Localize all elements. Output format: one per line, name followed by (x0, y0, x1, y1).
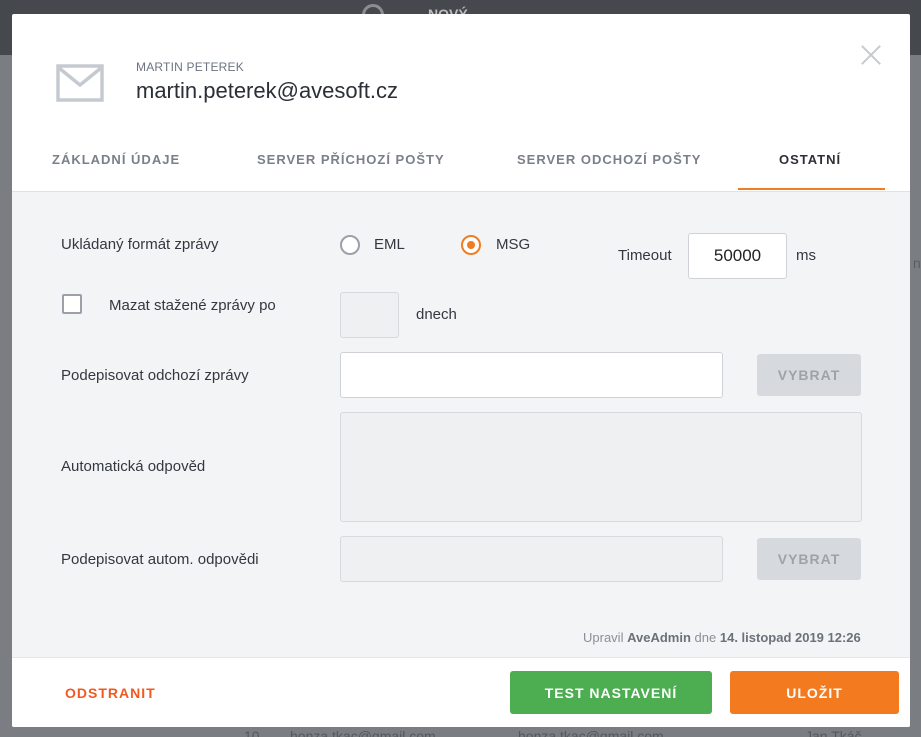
sign-outgoing-label: Podepisovat odchozí zprávy (61, 367, 249, 384)
choose-certificate-button[interactable]: VYBRAT (757, 354, 861, 396)
delete-downloaded-label: Mazat stažené zprávy po (109, 297, 276, 314)
auto-reply-label: Automatická odpověd (61, 458, 206, 475)
tab-basic-info[interactable]: ZÁKLADNÍ ÚDAJE (52, 152, 180, 167)
background-cut-text: ní (913, 255, 921, 271)
audit-datetime: 14. listopad 2019 12:26 (719, 630, 861, 645)
background-row-email-2: honza.tkac@gmail.com (518, 728, 664, 737)
radio-eml-label[interactable]: EML (374, 236, 405, 253)
save-button[interactable]: ULOŽIT (730, 671, 899, 714)
mail-account-dialog: MARTIN PETEREK martin.peterek@avesoft.cz… (12, 14, 910, 727)
radio-eml[interactable] (340, 235, 360, 255)
auto-reply-textarea[interactable] (340, 412, 862, 522)
radio-msg[interactable] (461, 235, 481, 255)
sign-auto-reply-label: Podepisovat autom. odpovědi (61, 551, 259, 568)
tab-bar: ZÁKLADNÍ ÚDAJE SERVER PŘÍCHOZÍ POŠTY SER… (12, 140, 910, 192)
audit-user: AveAdmin (627, 630, 691, 645)
audit-prefix: Upravil (583, 630, 624, 645)
sign-auto-reply-input[interactable] (340, 536, 723, 582)
tab-outgoing-server[interactable]: SERVER ODCHOZÍ POŠTY (517, 152, 701, 167)
active-tab-indicator (738, 188, 885, 190)
audit-middle: dne (694, 630, 717, 645)
delete-days-unit: dnech (416, 306, 457, 323)
choose-auto-certificate-button[interactable]: VYBRAT (757, 538, 861, 580)
sign-outgoing-value (341, 353, 722, 397)
close-icon[interactable] (860, 44, 882, 66)
format-label: Ukládaný formát zprávy (61, 236, 219, 253)
timeout-value: 50000 (713, 246, 762, 265)
sign-auto-reply-value (341, 537, 722, 581)
tab-incoming-server[interactable]: SERVER PŘÍCHOZÍ POŠTY (257, 152, 445, 167)
auto-reply-value (341, 413, 861, 521)
background-row-email: honza.tkac@gmail.com (290, 728, 436, 737)
mail-icon (56, 64, 104, 102)
account-email: martin.peterek@avesoft.cz (136, 78, 398, 103)
test-settings-button[interactable]: TEST NASTAVENÍ (510, 671, 712, 714)
delete-button[interactable]: ODSTRANIT (65, 685, 156, 701)
radio-msg-label[interactable]: MSG (496, 236, 530, 253)
delete-downloaded-checkbox[interactable] (62, 294, 82, 314)
sign-outgoing-input[interactable] (340, 352, 723, 398)
tab-other[interactable]: OSTATNÍ (779, 152, 841, 167)
delete-days-value (341, 293, 398, 337)
account-name: MARTIN PETEREK (136, 60, 244, 74)
background-row-number: 10 (244, 728, 260, 737)
delete-days-input[interactable] (340, 292, 399, 338)
timeout-unit: ms (796, 247, 816, 264)
timeout-input[interactable]: 50000 (688, 233, 787, 279)
background-row-name: Jan Tkáč (805, 728, 862, 737)
timeout-label: Timeout (618, 247, 672, 264)
audit-info: Upravil AveAdmin dne 14. listopad 2019 1… (583, 630, 861, 645)
